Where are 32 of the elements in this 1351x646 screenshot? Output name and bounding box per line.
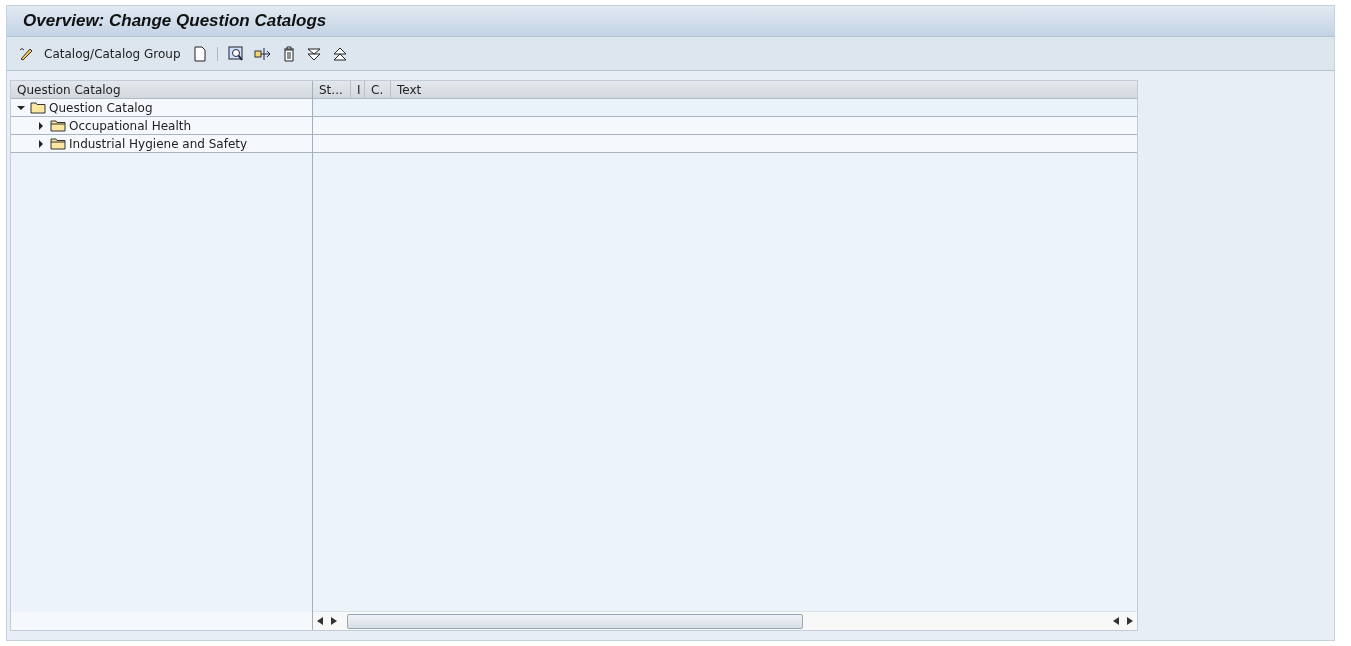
folder-icon (50, 119, 66, 132)
collapse-icon (331, 45, 348, 62)
scroll-right-icon[interactable] (1127, 617, 1133, 625)
expanded-arrow-icon[interactable] (17, 103, 25, 112)
horizontal-scrollbar[interactable] (313, 611, 1137, 630)
column-header: Question Catalog (11, 81, 312, 99)
scroll-left-icon[interactable] (317, 617, 323, 625)
scroll-right-icon[interactable] (331, 617, 337, 625)
arrows-icon (253, 45, 272, 62)
scrollbar-thumb[interactable] (347, 613, 803, 629)
collapsed-arrow-icon[interactable] (37, 121, 45, 130)
pencil-icon (18, 45, 34, 62)
column-header: Text (391, 81, 1137, 99)
tree-item[interactable]: Industrial Hygiene and Safety (11, 135, 312, 153)
tree-label: Question Catalog (49, 100, 153, 115)
collapsed-arrow-icon[interactable] (37, 139, 45, 148)
tree-label: Industrial Hygiene and Safety (69, 136, 248, 151)
column-header: I (351, 81, 365, 99)
trash-icon (281, 45, 296, 62)
folder-icon (30, 101, 46, 114)
window-title: Overview: Change Question Catalogs (23, 11, 327, 31)
tree-item[interactable]: Question Catalog (11, 99, 312, 117)
catalog-group-button[interactable]: Catalog/Catalog Group (15, 43, 184, 64)
search-icon (227, 45, 244, 62)
tree-label: Occupational Health (69, 118, 192, 133)
folder-icon (50, 137, 66, 150)
tree-item[interactable]: Occupational Health (11, 117, 312, 135)
column-header: C. (365, 81, 391, 99)
document-icon (192, 45, 207, 62)
expand-icon (305, 45, 322, 62)
column-header: St... (313, 81, 351, 99)
scroll-left-icon[interactable] (1113, 617, 1119, 625)
